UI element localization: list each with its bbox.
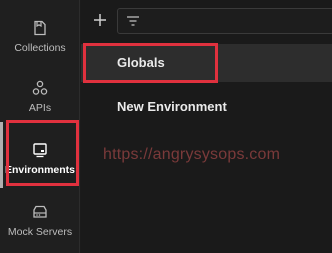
sidebar-item-label: Mock Servers [7,226,73,238]
sidebar-item-label: Collections [14,42,66,54]
environments-icon [33,143,47,158]
apis-icon [32,80,48,95]
environment-row-new-environment[interactable]: New Environment [81,88,332,126]
sidebar-item-label: Environments [4,164,75,176]
sidebar-item-label: APIs [28,102,52,114]
add-environment-button[interactable] [91,11,109,29]
environment-row-globals[interactable]: Globals [81,44,332,82]
filter-icon [127,16,139,26]
sidebar-item-environments[interactable]: Environments [0,130,80,188]
sidebar: Collections APIs Environments Mock Serve… [0,0,80,253]
watermark-text: https://angrysysops.com [103,146,281,163]
environments-panel: Globals New Environment https://angrysys… [81,0,332,253]
filter-input[interactable] [117,8,332,34]
collections-icon [34,20,46,36]
mock-servers-icon [33,205,47,218]
environment-label: Globals [117,55,165,70]
plus-icon [94,14,106,26]
sidebar-item-apis[interactable]: APIs [0,68,80,126]
sidebar-item-mock-servers[interactable]: Mock Servers [0,192,80,250]
sidebar-item-collections[interactable]: Collections [0,8,80,66]
environment-label: New Environment [117,99,227,114]
toolbar [81,6,332,36]
